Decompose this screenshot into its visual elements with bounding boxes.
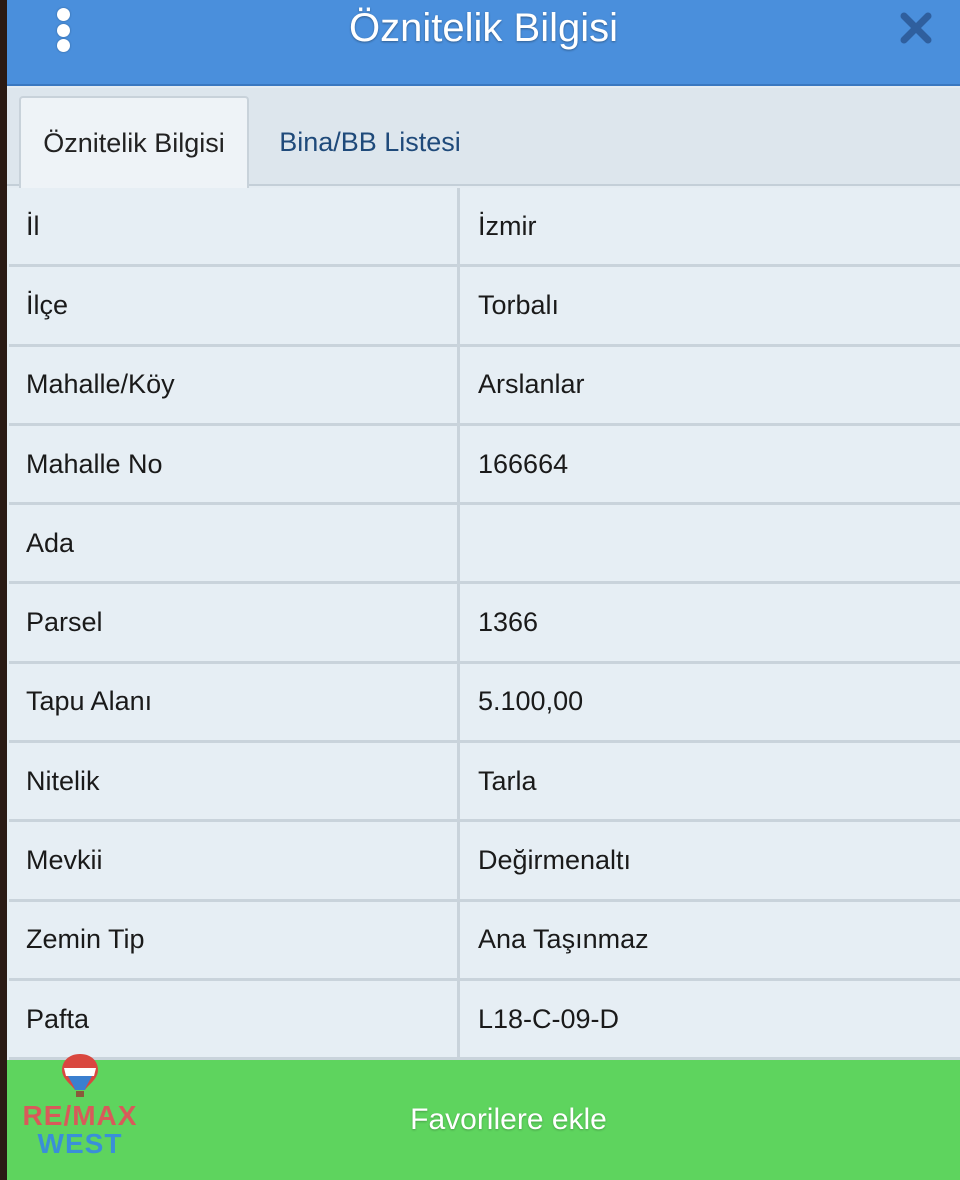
- row-value: Değirmenaltı: [460, 822, 960, 902]
- row-value: 166664: [460, 425, 960, 506]
- row-value: [460, 505, 960, 585]
- table-row: Parsel 1366: [9, 584, 960, 664]
- row-value: Arslanlar: [460, 346, 960, 426]
- row-label: Pafta: [9, 980, 460, 1061]
- tab-building-list[interactable]: Bina/BB Listesi: [259, 96, 481, 188]
- row-value: Tarla: [460, 743, 960, 823]
- row-value: Ana Taşınmaz: [460, 901, 960, 981]
- attribute-table: İl İzmir İlçe Torbalı Mahalle/Köy Arslan…: [9, 188, 960, 1061]
- table-row: Zemin Tip Ana Taşınmaz: [9, 901, 960, 981]
- row-label: Zemin Tip: [9, 901, 460, 981]
- table-row: Tapu Alanı 5.100,00: [9, 663, 960, 744]
- table-row: İlçe Torbalı: [9, 267, 960, 347]
- table-row: Mahalle No 166664: [9, 425, 960, 506]
- row-label: Mahalle/Köy: [9, 346, 460, 426]
- row-label: İl: [9, 188, 460, 268]
- close-icon[interactable]: [898, 10, 934, 46]
- row-value: İzmir: [460, 188, 960, 268]
- table-row: Mahalle/Köy Arslanlar: [9, 346, 960, 426]
- row-label: İlçe: [9, 267, 460, 347]
- row-value: 1366: [460, 584, 960, 664]
- table-row: Pafta L18-C-09-D: [9, 980, 960, 1061]
- panel-title: Öznitelik Bilgisi: [349, 6, 618, 50]
- table-row: Nitelik Tarla: [9, 743, 960, 823]
- tab-attribute-info[interactable]: Öznitelik Bilgisi: [19, 96, 249, 188]
- panel-header: Öznitelik Bilgisi: [7, 0, 960, 86]
- hot-air-balloon-icon: [62, 1054, 98, 1097]
- table-row: İl İzmir: [9, 188, 960, 268]
- row-label: Nitelik: [9, 743, 460, 823]
- attribute-panel: Öznitelik Bilgisi Öznitelik Bilgisi Bina…: [7, 0, 960, 1180]
- row-value: Torbalı: [460, 267, 960, 347]
- row-label: Mahalle No: [9, 425, 460, 506]
- table-row: Mevkii Değirmenaltı: [9, 822, 960, 902]
- add-to-favorites-label: Favorilere ekle: [410, 1103, 607, 1136]
- add-to-favorites-button[interactable]: Favorilere ekle: [7, 1060, 960, 1180]
- row-label: Tapu Alanı: [9, 663, 460, 744]
- logo-text-west: WEST: [37, 1128, 123, 1159]
- row-label: Parsel: [9, 584, 460, 664]
- remax-west-logo: RE/MAX WEST: [16, 1052, 144, 1164]
- tab-bar: Öznitelik Bilgisi Bina/BB Listesi: [7, 88, 960, 188]
- row-value: 5.100,00: [460, 663, 960, 744]
- row-label: Mevkii: [9, 822, 460, 902]
- row-label: Ada: [9, 505, 460, 585]
- row-value: L18-C-09-D: [460, 980, 960, 1061]
- table-row: Ada: [9, 505, 960, 585]
